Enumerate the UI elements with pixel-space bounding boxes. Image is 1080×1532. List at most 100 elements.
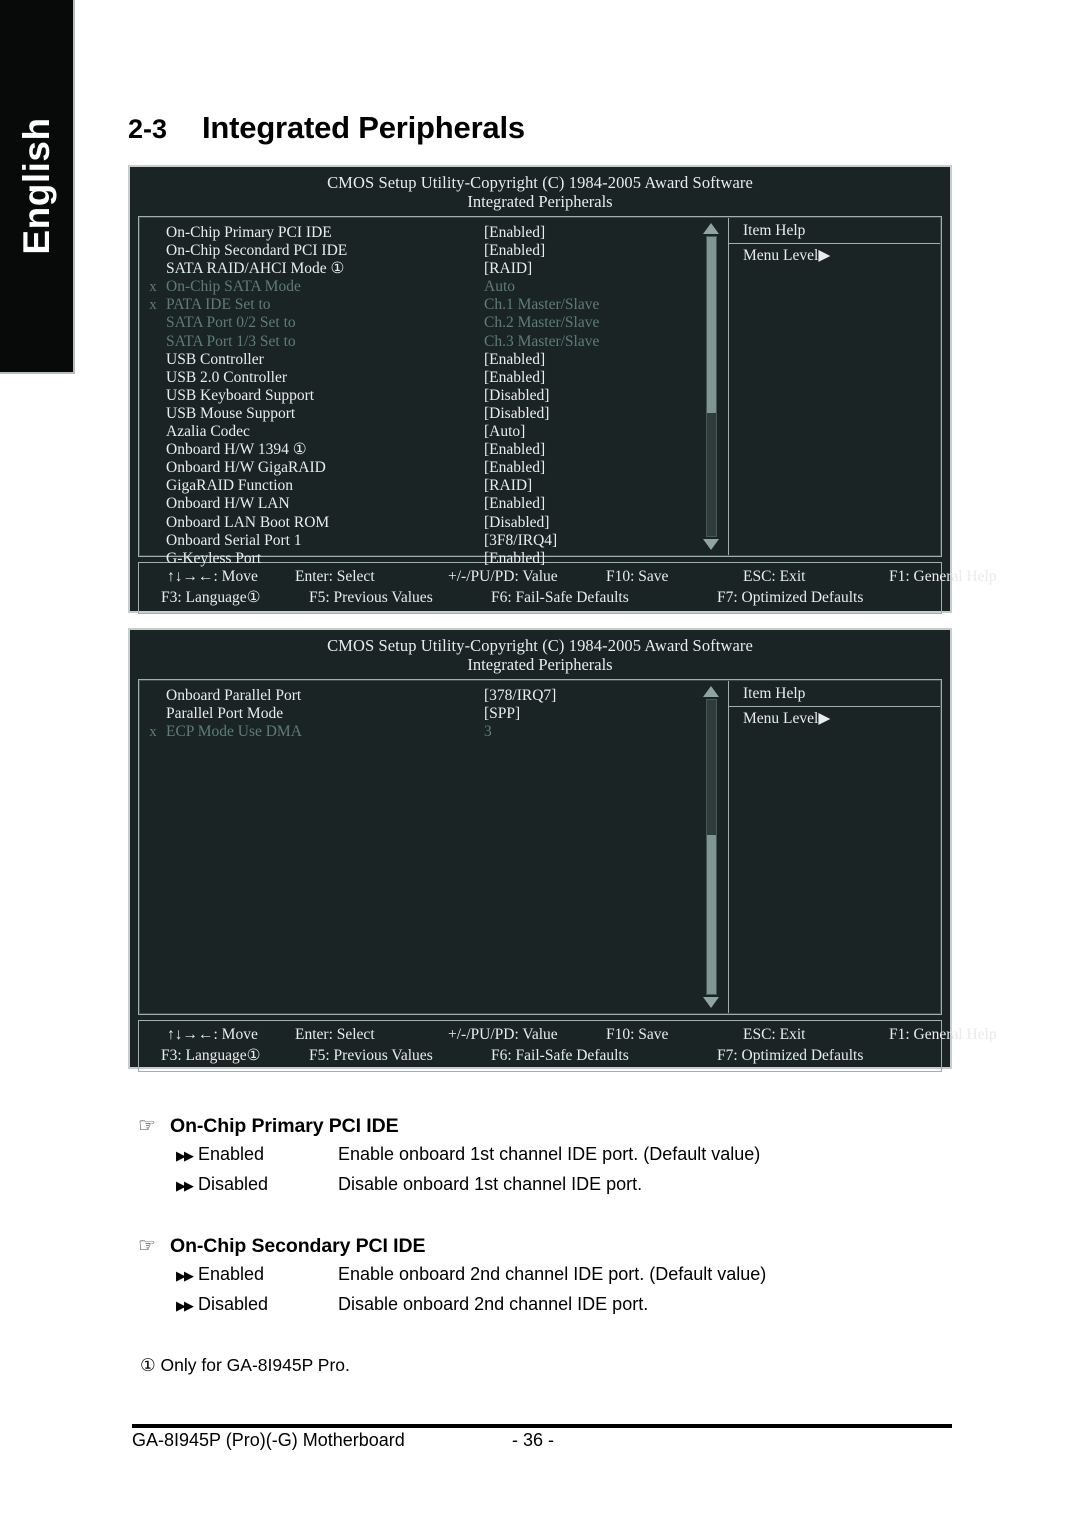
scroll-up-arrow-icon[interactable] [703,223,719,234]
bios-setting-row[interactable]: Onboard Serial Port 1 [3F8/IRQ4] [140,532,698,550]
option-name: Disabled [198,1174,269,1194]
setting-value[interactable]: [Enabled] [484,242,698,260]
bios-setting-row[interactable]: Onboard H/W GigaRAID [Enabled] [140,459,698,477]
bios-1-scrollbar[interactable] [700,220,722,553]
setting-label: Onboard Parallel Port [166,687,302,704]
bios-setting-row[interactable]: x On-Chip SATA Mode Auto [140,278,698,296]
key-legend-item: F5: Previous Values [309,588,433,606]
key-legend-item: F7: Optimized Defaults [717,1046,864,1064]
key-legend-item: F6: Fail-Safe Defaults [491,1046,629,1064]
scrollbar-track[interactable] [705,236,717,537]
setting-value[interactable]: [Enabled] [484,550,698,568]
setting-value[interactable]: [3F8/IRQ4] [484,532,698,550]
bios-screen-2: CMOS Setup Utility-Copyright (C) 1984-20… [128,628,997,1072]
bios-setting-row[interactable]: SATA Port 1/3 Set to Ch.3 Master/Slave [140,333,698,351]
bios-setting-row[interactable]: SATA Port 0/2 Set to Ch.2 Master/Slave [140,314,698,332]
bios-setting-row[interactable]: Onboard Parallel Port [378/IRQ7] [140,687,698,705]
setting-value[interactable]: [RAID] [484,260,698,278]
setting-value[interactable]: [SPP] [484,705,698,723]
scrollbar-thumb[interactable] [706,237,716,414]
bios-setting-row[interactable]: Onboard H/W 1394 ① [Enabled] [140,441,698,459]
key-legend-item: F3: Language① [161,1046,261,1064]
menu-level-label: Menu Level▶ [743,710,831,727]
setting-value[interactable]: [Disabled] [484,387,698,405]
setting-value[interactable]: [Enabled] [484,495,698,513]
setting-label: On-Chip Primary PCI IDE [166,224,332,241]
setting-label: Onboard LAN Boot ROM [166,513,330,531]
setting-label: On-Chip Secondard PCI IDE [166,242,348,260]
setting-value[interactable]: [Enabled] [484,459,698,477]
page-heading-number: 2-3 [128,114,168,144]
setting-value[interactable]: [Enabled] [484,441,698,459]
bios-setting-row[interactable]: x ECP Mode Use DMA 3 [140,723,698,741]
key-legend-item: F10: Save [606,1026,669,1043]
footnote: ① Only for GA-8I945P Pro. [140,1355,350,1375]
bios-setting-row[interactable]: G-Keyless Port [Enabled] [140,550,698,568]
page-footer: GA-8I945P (Pro)(-G) Motherboard - 36 - [132,1430,952,1451]
key-legend-item: ↑↓→←: Move [167,1026,258,1043]
bios-setting-row[interactable]: On-Chip Secondard PCI IDE [Enabled] [140,242,698,260]
setting-label: SATA Port 1/3 Set to [166,332,296,350]
bios-2-body: Onboard Parallel Port [378/IRQ7] Parallel … [138,679,942,1015]
setting-label: Onboard H/W 1394 ① [166,441,307,459]
bios-setting-row[interactable]: Onboard H/W LAN [Enabled] [140,495,698,513]
setting-label: Onboard H/W GigaRAID [166,459,326,477]
double-triangle-bullet-icon: ▶▶ [176,1268,194,1283]
setting-value[interactable]: [Auto] [484,423,698,441]
key-legend-item: Enter: Select [295,568,375,585]
setting-value[interactable]: Ch.1 Master/Slave [484,296,698,314]
bios-setting-row[interactable]: USB Controller [Enabled] [140,351,698,369]
setting-value[interactable]: Ch.3 Master/Slave [484,333,698,351]
bios-setting-row[interactable]: Onboard LAN Boot ROM [Disabled] [140,514,698,532]
bios-1-title: CMOS Setup Utility-Copyright (C) 1984-20… [327,173,753,192]
setting-disabled-marker: x [149,279,157,296]
key-legend-item: F1: General Help [889,1026,997,1043]
bios-1-body: On-Chip Primary PCI IDE [Enabled] On-Chip … [138,216,942,567]
setting-value[interactable]: [Enabled] [484,369,698,387]
setting-value[interactable]: [Enabled] [484,224,698,242]
key-legend-item: F6: Fail-Safe Defaults [491,588,629,606]
setting-label: Azalia Codec [166,423,250,441]
footer-divider-rule [132,1424,952,1428]
setting-value[interactable]: Auto [484,278,698,296]
scroll-down-arrow-icon[interactable] [703,997,719,1008]
bios-setting-row[interactable]: SATA RAID/AHCI Mode ① [RAID] [140,260,698,278]
setting-value[interactable]: [Disabled] [484,514,698,532]
key-legend-item: ESC: Exit [743,1026,806,1043]
bios-setting-row[interactable]: USB 2.0 Controller [Enabled] [140,369,698,387]
bios-setting-row[interactable]: On-Chip Primary PCI IDE [Enabled] [140,224,698,242]
setting-label: USB Controller [166,350,264,368]
setting-value[interactable]: [RAID] [484,477,698,495]
bios-2-scrollbar[interactable] [700,683,722,1011]
setting-value[interactable]: [Disabled] [484,405,698,423]
item-help-title: Item Help [729,681,940,707]
bios-setting-row[interactable]: USB Mouse Support [Disabled] [140,405,698,423]
option-row: ▶▶ Disabled Disable onboard 1st channel ID… [138,1170,958,1200]
bios-1-settings-list: On-Chip Primary PCI IDE [Enabled] On-Chip … [140,218,698,567]
settings-description-body: ☞ On-Chip Primary PCI IDE ▶▶ Enabled Enable … [138,1112,958,1320]
scrollbar-thumb[interactable] [706,835,716,994]
scroll-up-arrow-icon[interactable] [703,686,719,697]
section-title: On-Chip Secondary PCI IDE [170,1235,426,1257]
setting-value[interactable]: Ch.2 Master/Slave [484,314,698,332]
bios-setting-row[interactable]: GigaRAID Function [RAID] [140,477,698,495]
setting-value[interactable]: [Enabled] [484,351,698,369]
bios-2-subtitle: Integrated Peripherals [467,655,613,674]
bios-setting-row[interactable]: Azalia Codec [Auto] [140,423,698,441]
setting-value[interactable]: 3 [484,723,698,741]
language-side-tab: English [0,0,75,374]
scrollbar-track[interactable] [705,699,717,995]
page-number: - 36 - [512,1430,555,1450]
bios-setting-row[interactable]: x PATA IDE Set to Ch.1 Master/Slave [140,296,698,314]
bios-2-item-help-panel: Item Help Menu Level▶ [728,681,940,1013]
option-row: ▶▶ Enabled Enable onboard 1st channel IDE … [138,1140,958,1170]
bios-1-subtitle: Integrated Peripherals [467,192,613,211]
option-description: Enable onboard 1st channel IDE port. (De… [338,1144,761,1164]
setting-label: USB Mouse Support [166,404,296,422]
setting-value[interactable]: [378/IRQ7] [484,687,698,705]
bios-setting-row[interactable]: Parallel Port Mode [SPP] [140,705,698,723]
setting-disabled-marker: x [149,297,157,314]
option-description: Disable onboard 2nd channel IDE port. [338,1294,649,1314]
scroll-down-arrow-icon[interactable] [703,539,719,550]
bios-setting-row[interactable]: USB Keyboard Support [Disabled] [140,387,698,405]
